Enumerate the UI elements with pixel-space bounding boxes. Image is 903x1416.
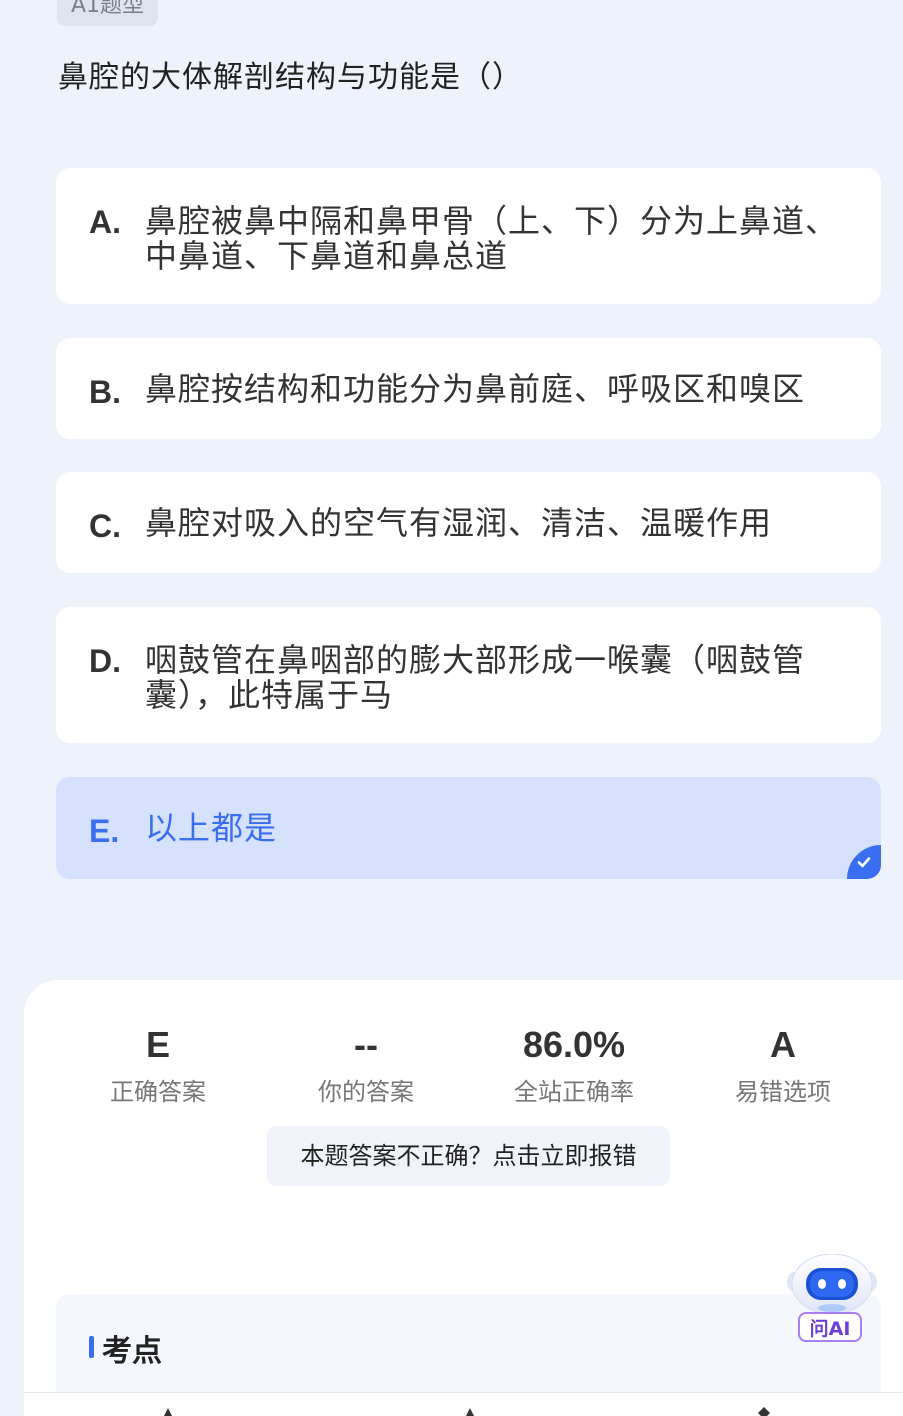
common-wrong-label: 易错选项 [735,1078,831,1106]
report-error-button[interactable]: 本题答案不正确？点击立即报错 [267,1126,670,1186]
option-text: 鼻腔对吸入的空气有湿润、清洁、温暖作用 [145,504,773,542]
stat-accuracy: 86.0% 全站正确率 [474,1024,674,1107]
nav-icon-left[interactable] [162,1407,174,1416]
bottom-navigation-bar [24,1392,903,1416]
option-letter: D. [89,643,121,679]
option-b[interactable]: B. 鼻腔按结构和功能分为鼻前庭、呼吸区和嗅区 [56,338,881,439]
your-answer-value: -- [354,1024,378,1065]
common-wrong-value: A [770,1024,796,1065]
accuracy-label: 全站正确率 [514,1078,634,1106]
accuracy-value: 86.0% [522,1024,626,1065]
checkmark-icon [847,845,881,879]
option-e[interactable]: E. 以上都是 [56,777,881,879]
nav-icon-right[interactable] [758,1407,770,1416]
option-c[interactable]: C. 鼻腔对吸入的空气有湿润、清洁、温暖作用 [56,472,881,573]
correct-answer-value: E [145,1024,170,1065]
option-text: 鼻腔被鼻中隔和鼻甲骨（上、下）分为上鼻道、中鼻道、下鼻道和鼻总道 [145,202,839,275]
option-letter: B. [89,374,121,410]
your-answer-label: 你的答案 [318,1078,414,1106]
stat-common-wrong: A 易错选项 [683,1024,883,1107]
option-text: 以上都是 [145,809,278,847]
option-text: 咽鼓管在鼻咽部的膨大部形成一喉囊（咽鼓管囊），此特属于马 [145,641,806,714]
correct-answer-label: 正确答案 [110,1078,206,1106]
option-letter: A. [89,204,121,240]
kaodian-title: 考点 [102,1334,162,1369]
option-letter: E. [89,813,120,849]
option-text: 鼻腔按结构和功能分为鼻前庭、呼吸区和嗅区 [145,370,806,408]
section-accent-bar [89,1336,94,1358]
question-page: A1题型 鼻腔的大体解剖结构与功能是（） A. 鼻腔被鼻中隔和鼻甲骨（上、下）分… [0,0,903,1416]
option-d[interactable]: D. 咽鼓管在鼻咽部的膨大部形成一喉囊（咽鼓管囊），此特属于马 [56,607,881,743]
option-a[interactable]: A. 鼻腔被鼻中隔和鼻甲骨（上、下）分为上鼻道、中鼻道、下鼻道和鼻总道 [56,168,881,304]
ai-assistant-button[interactable]: 问AI [784,1254,880,1348]
nav-icon-center[interactable] [464,1407,476,1416]
question-type-tag: A1题型 [57,0,159,26]
option-letter: C. [89,508,121,544]
question-stem: 鼻腔的大体解剖结构与功能是（） [58,60,523,95]
stat-your-answer: -- 你的答案 [266,1024,466,1107]
stat-correct-answer: E 正确答案 [58,1024,258,1107]
ai-label: 问AI [798,1312,862,1342]
robot-icon [787,1254,877,1315]
